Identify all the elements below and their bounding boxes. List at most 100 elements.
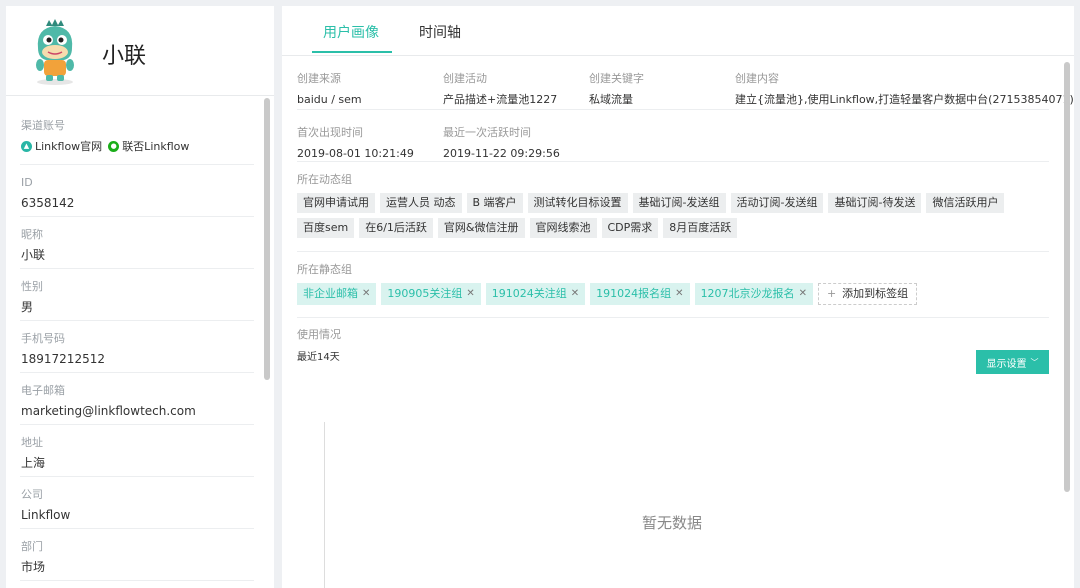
add-to-tag-group-button[interactable]: + 添加到标签组 <box>817 283 918 305</box>
channel-account-linkflow[interactable]: Linkflow官网 <box>35 138 102 154</box>
field-value: Linkflow <box>21 508 71 522</box>
close-icon[interactable]: ✕ <box>466 283 474 305</box>
section-label: 所在动态组 <box>297 173 352 186</box>
dynamic-tag[interactable]: 官网线索池 <box>529 218 597 238</box>
plus-icon: + <box>826 287 837 300</box>
profile-content: 创建来源 baidu / sem 创建活动 产品描述+流量池1227 创建关键字… <box>297 56 1074 374</box>
dynamic-tag[interactable]: 微信活跃用户 <box>926 193 1005 213</box>
info-value: 2019-08-01 10:21:49 <box>297 147 414 160</box>
chevron-down-icon: ﹀ <box>1030 357 1039 367</box>
field-department: 部门 市场 <box>20 529 254 581</box>
linkflow-logo-icon: ▲ <box>21 140 32 152</box>
tab-user-profile[interactable]: 用户画像 <box>323 22 379 42</box>
close-icon[interactable]: ✕ <box>362 283 370 305</box>
field-phone: 手机号码 18917212512 <box>20 321 254 373</box>
dynamic-groups-section: 所在动态组 官网申请试用 运营人员 动态 B 端客户 测试转化目标设置 基础订阅… <box>297 162 1049 252</box>
dynamic-tag[interactable]: 基础订阅-发送组 <box>632 193 726 213</box>
section-label: 使用情况 <box>297 328 341 341</box>
dynamic-tag[interactable]: 官网申请试用 <box>297 193 375 213</box>
dynamic-tag[interactable]: 运营人员 动态 <box>380 193 462 213</box>
field-value: 上海 <box>21 456 46 470</box>
info-campaign: 创建活动 产品描述+流量池1227 <box>443 72 557 107</box>
static-tag[interactable]: 1207北京沙龙报名 ✕ <box>694 283 813 305</box>
static-tag-label: 191024报名组 <box>596 287 672 300</box>
info-first-seen: 首次出现时间 2019-08-01 10:21:49 <box>297 126 414 161</box>
info-label: 最近一次活跃时间 <box>443 126 531 139</box>
field-value: 市场 <box>21 560 46 574</box>
dynamic-tag[interactable]: 测试转化目标设置 <box>527 193 628 213</box>
dynamic-tag[interactable]: 在6/1后活跃 <box>359 218 433 238</box>
right-scrollbar-thumb[interactable] <box>1064 62 1070 492</box>
close-icon[interactable]: ✕ <box>799 283 807 305</box>
active-tab-indicator <box>312 51 392 53</box>
field-label: 部门 <box>21 540 43 553</box>
time-info-row: 首次出现时间 2019-08-01 10:21:49 最近一次活跃时间 2019… <box>297 110 1049 162</box>
field-email: 电子邮箱 marketing@linkflowtech.com <box>20 373 254 425</box>
info-last-active: 最近一次活跃时间 2019-11-22 09:29:56 <box>443 126 560 161</box>
field-label: 公司 <box>21 488 43 501</box>
info-keyword: 创建关键字 私域流量 <box>589 72 644 107</box>
static-tag[interactable]: 非企业邮箱 ✕ <box>297 283 377 305</box>
field-value: marketing@linkflowtech.com <box>21 404 196 418</box>
dynamic-tag[interactable]: 活动订阅-发送组 <box>730 193 824 213</box>
info-value: baidu / sem <box>297 93 362 106</box>
info-content: 创建内容 建立{流量池},使用Linkflow,打造轻量客户数据中台(27153… <box>735 72 1074 107</box>
info-label: 创建活动 <box>443 72 487 85</box>
field-channel: 渠道账号 ▲ Linkflow官网 ● 联否Linkflow <box>20 97 254 165</box>
wechat-icon: ● <box>108 140 120 152</box>
tab-timeline[interactable]: 时间轴 <box>419 22 461 42</box>
creation-info-row: 创建来源 baidu / sem 创建活动 产品描述+流量池1227 创建关键字… <box>297 56 1074 110</box>
static-tag-label: 1207北京沙龙报名 <box>700 287 795 300</box>
info-value: 2019-11-22 09:29:56 <box>443 147 560 160</box>
dynamic-tag[interactable]: 基础订阅-待发送 <box>828 193 922 213</box>
info-label: 创建关键字 <box>589 72 644 85</box>
field-address: 地址 上海 <box>20 425 254 477</box>
field-gender: 性别 男 <box>20 269 254 321</box>
dynamic-tag[interactable]: 官网&微信注册 <box>437 218 525 238</box>
close-icon[interactable]: ✕ <box>571 283 579 305</box>
display-settings-label: 显示设置 <box>986 358 1027 370</box>
left-scrollbar-thumb[interactable] <box>264 98 270 380</box>
field-label: 性别 <box>21 280 43 293</box>
info-label: 首次出现时间 <box>297 126 363 139</box>
static-tag[interactable]: 190905关注组 ✕ <box>381 283 481 305</box>
detail-panel: 用户画像 时间轴 创建来源 baidu / sem 创建活动 产品描述+流量池1… <box>282 6 1074 588</box>
close-icon[interactable]: ✕ <box>675 283 683 305</box>
profile-name: 小联 <box>102 44 147 69</box>
field-value: 男 <box>21 300 34 314</box>
static-tag[interactable]: 191024报名组 ✕ <box>590 283 690 305</box>
dynamic-tag-list: 官网申请试用 运营人员 动态 B 端客户 测试转化目标设置 基础订阅-发送组 活… <box>297 193 1049 243</box>
profile-panel: 小联 渠道账号 ▲ Linkflow官网 ● 联否Linkflow ID 635… <box>6 6 274 588</box>
field-id: ID 6358142 <box>20 165 254 217</box>
static-tag-label: 190905关注组 <box>387 287 463 300</box>
usage-section: 使用情况 最近14天 显示设置 ﹀ <box>297 318 1049 374</box>
display-settings-button[interactable]: 显示设置 ﹀ <box>976 350 1049 374</box>
channel-accounts: ▲ Linkflow官网 ● 联否Linkflow <box>21 138 254 154</box>
field-company: 公司 Linkflow <box>20 477 254 529</box>
dinosaur-mascot-icon <box>36 19 74 85</box>
field-label: 电子邮箱 <box>21 384 65 397</box>
dynamic-tag[interactable]: 8月百度活跃 <box>663 218 738 238</box>
field-label: 地址 <box>21 436 43 449</box>
add-tag-label: 添加到标签组 <box>842 287 909 300</box>
field-label: ID <box>21 176 33 189</box>
channel-account-wechat[interactable]: 联否Linkflow <box>122 138 189 154</box>
field-value: 小联 <box>21 248 46 262</box>
dynamic-tag[interactable]: CDP需求 <box>601 218 659 238</box>
field-label: 手机号码 <box>21 332 65 345</box>
field-value: 6358142 <box>21 196 75 210</box>
info-value: 建立{流量池},使用Linkflow,打造轻量客户数据中台(2715385407… <box>735 93 1074 106</box>
usage-range: 最近14天 <box>297 352 340 363</box>
dynamic-tag[interactable]: 百度sem <box>297 218 355 238</box>
no-data-message: 暂无数据 <box>642 514 703 532</box>
field-label: 昵称 <box>21 228 43 241</box>
info-label: 创建内容 <box>735 72 779 85</box>
static-tag-label: 非企业邮箱 <box>303 287 358 300</box>
dynamic-tag[interactable]: B 端客户 <box>466 193 523 213</box>
field-value: 18917212512 <box>21 352 105 366</box>
profile-header: 小联 <box>6 6 274 96</box>
static-tag[interactable]: 191024关注组 ✕ <box>485 283 586 305</box>
profile-fields: 渠道账号 ▲ Linkflow官网 ● 联否Linkflow ID 635814… <box>6 97 274 588</box>
tab-bar: 用户画像 时间轴 <box>282 6 1074 56</box>
chart-axis <box>324 422 325 588</box>
